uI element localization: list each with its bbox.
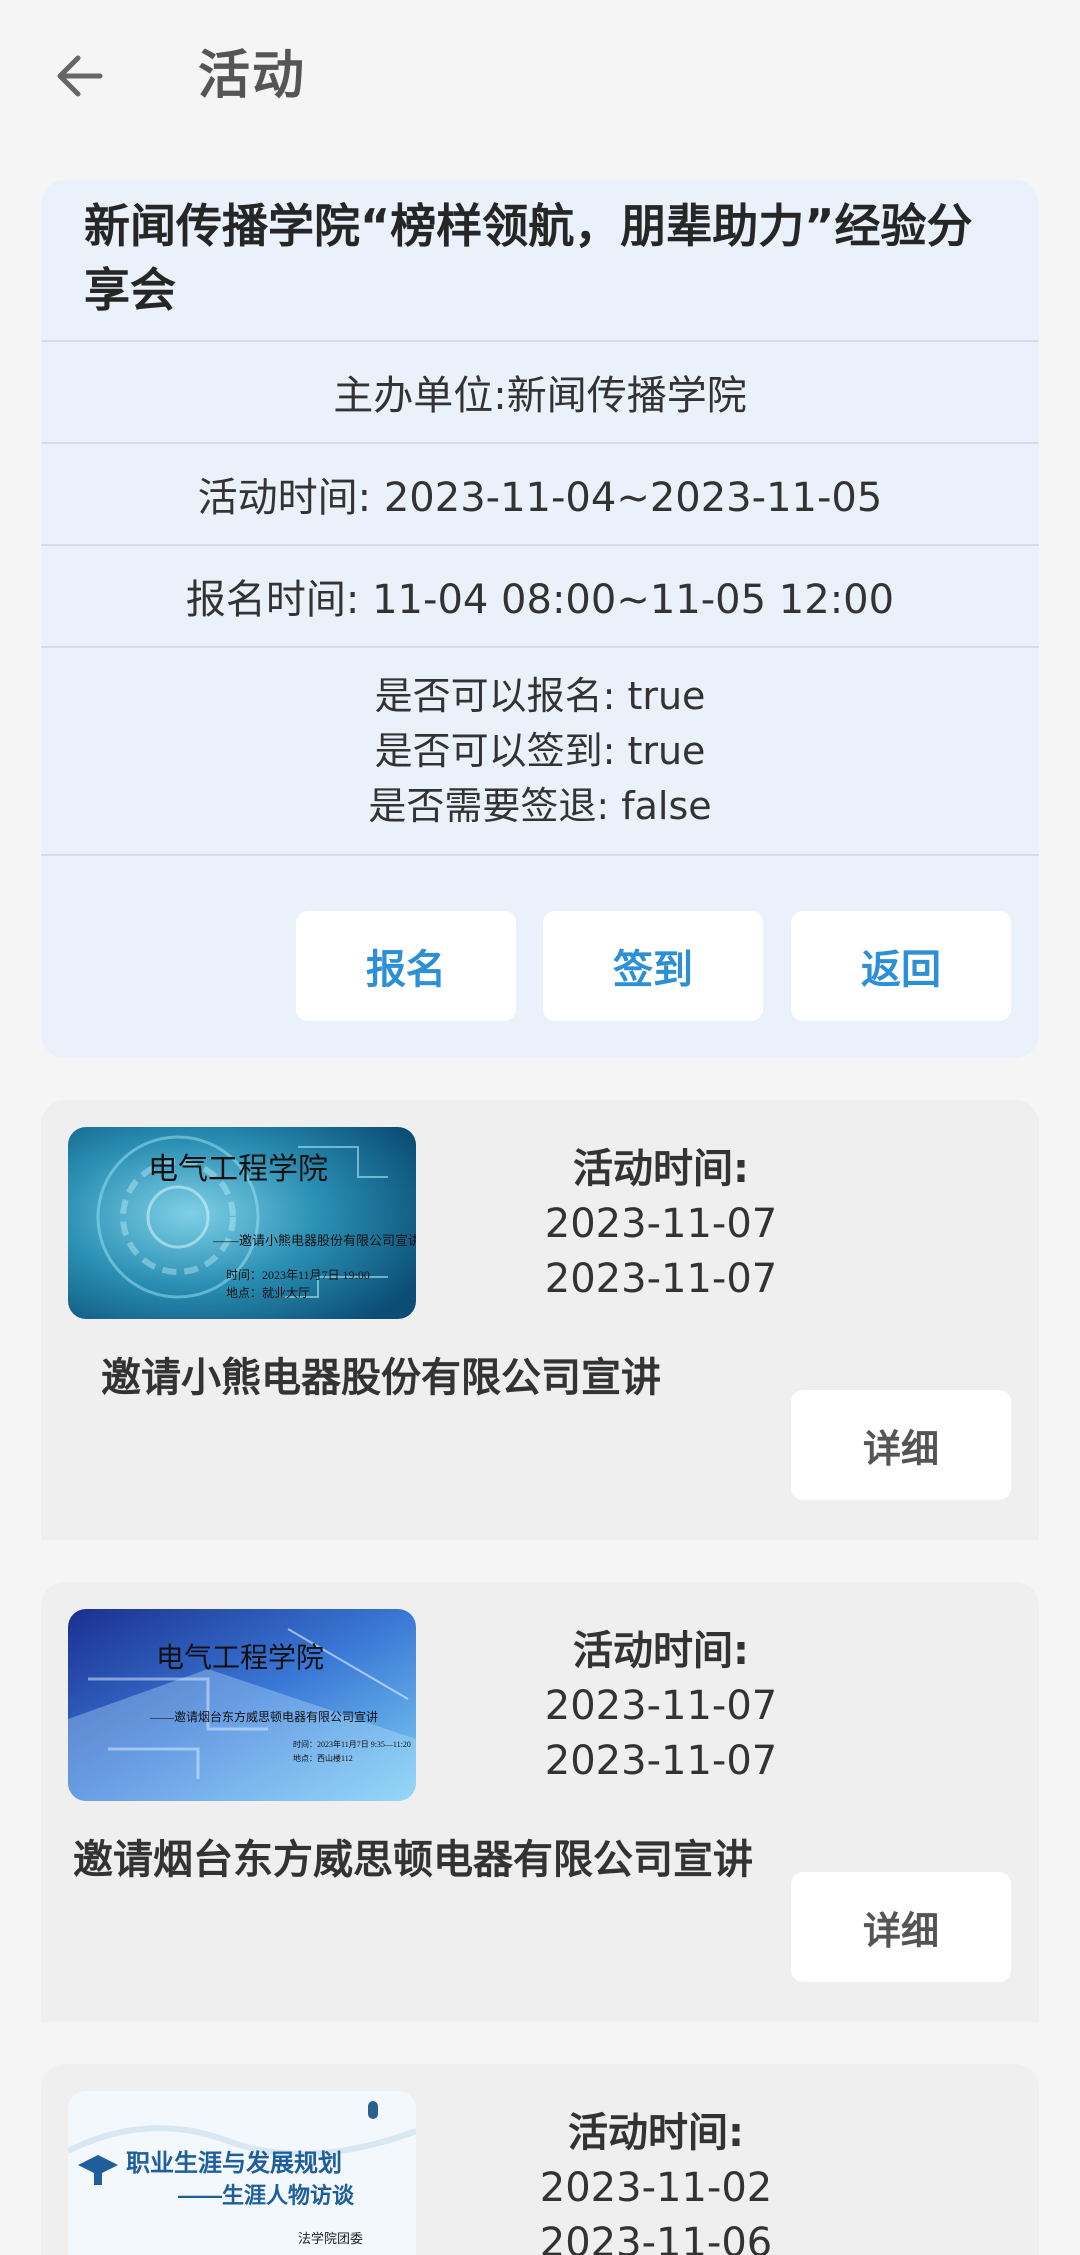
checkin-button[interactable]: 签到 [543, 911, 763, 1021]
activity-time-label: 活动时间: [568, 2110, 744, 2156]
poster-subtitle: ——邀请烟台东方威思顿电器有限公司宣讲 [149, 1709, 378, 1724]
activity-time-block: 活动时间: 2023-11-07 2023-11-07 [481, 1624, 841, 1789]
organizer-row: 主办单位:新闻传播学院 [41, 340, 1039, 442]
activity-poster: 电气工程学院 ——邀请烟台东方威思顿电器有限公司宣讲 时间：2023年11月7日… [68, 1609, 416, 1801]
poster-line2: 地点：西山楼112 [293, 1753, 353, 1763]
app-bar: 活动 [0, 0, 1080, 150]
status-flags: 是否可以报名: true 是否可以签到: true 是否需要签退: false [41, 646, 1039, 854]
detail-button[interactable]: 详细 [791, 1390, 1011, 1500]
activity-start-date: 2023-11-02 [539, 2165, 773, 2211]
activity-start-date: 2023-11-07 [544, 1201, 778, 1247]
activity-end-date: 2023-11-07 [544, 1738, 778, 1784]
poster-heading: 职业生涯与发展规划 [126, 2149, 342, 2177]
activity-detail-title: 新闻传播学院“榜样领航，朋辈助力”经验分享会 [84, 199, 973, 317]
poster-line2: 地点：就业大厅 [226, 1286, 310, 1300]
register-button[interactable]: 报名 [296, 911, 516, 1021]
activity-poster: 职业生涯与发展规划 ——生涯人物访谈 法学院团委 [68, 2091, 416, 2255]
can-register-flag: 是否可以报名: true [374, 673, 706, 718]
poster-heading: 电气工程学院 [148, 1153, 328, 1186]
can-checkin-flag: 是否可以签到: true [374, 728, 706, 773]
activity-time-label: 活动时间: [573, 1146, 749, 1192]
activity-end-date: 2023-11-06 [539, 2220, 773, 2255]
poster-line1: 时间：2023年11月7日 9:35—11:20 [293, 1739, 411, 1749]
activity-title: 邀请小熊电器股份有限公司宣讲 [101, 1355, 661, 1401]
need-checkout-flag: 是否需要签退: false [368, 783, 712, 828]
activity-end-date: 2023-11-07 [544, 1256, 778, 1302]
poster-subtitle: ——邀请小熊电器股份有限公司宣讲 [212, 1233, 416, 1248]
back-arrow-icon[interactable] [48, 44, 112, 108]
activity-detail-card: 新闻传播学院“榜样领航，朋辈助力”经验分享会 主办单位:新闻传播学院 活动时间:… [41, 180, 1039, 1058]
activity-title: 邀请烟台东方威思顿电器有限公司宣讲 [73, 1837, 753, 1883]
activity-time-block: 活动时间: 2023-11-02 2023-11-06 [476, 2106, 836, 2255]
return-button[interactable]: 返回 [791, 911, 1011, 1021]
activity-time-row: 活动时间: 2023-11-04~2023-11-05 [41, 442, 1039, 544]
poster-line1: 时间：2023年11月7日 19:00 [226, 1268, 370, 1282]
detail-button[interactable]: 详细 [791, 1872, 1011, 1982]
poster-line1: 法学院团委 [298, 2231, 363, 2246]
activity-card[interactable]: 电气工程学院 ——邀请小熊电器股份有限公司宣讲 时间：2023年11月7日 19… [41, 1100, 1039, 1540]
page-title: 活动 [198, 46, 307, 106]
poster-subtitle: ——生涯人物访谈 [178, 2183, 355, 2208]
activity-time-label: 活动时间: [573, 1628, 749, 1674]
activity-start-date: 2023-11-07 [544, 1683, 778, 1729]
activity-time-block: 活动时间: 2023-11-07 2023-11-07 [481, 1142, 841, 1307]
register-time-row: 报名时间: 11-04 08:00~11-05 12:00 [41, 544, 1039, 646]
activity-card[interactable]: 电气工程学院 ——邀请烟台东方威思顿电器有限公司宣讲 时间：2023年11月7日… [41, 1582, 1039, 2022]
activity-card[interactable]: 职业生涯与发展规划 ——生涯人物访谈 法学院团委 活动时间: 2023-11-0… [41, 2064, 1039, 2255]
activity-poster: 电气工程学院 ——邀请小熊电器股份有限公司宣讲 时间：2023年11月7日 19… [68, 1127, 416, 1319]
poster-heading: 电气工程学院 [156, 1642, 324, 1674]
